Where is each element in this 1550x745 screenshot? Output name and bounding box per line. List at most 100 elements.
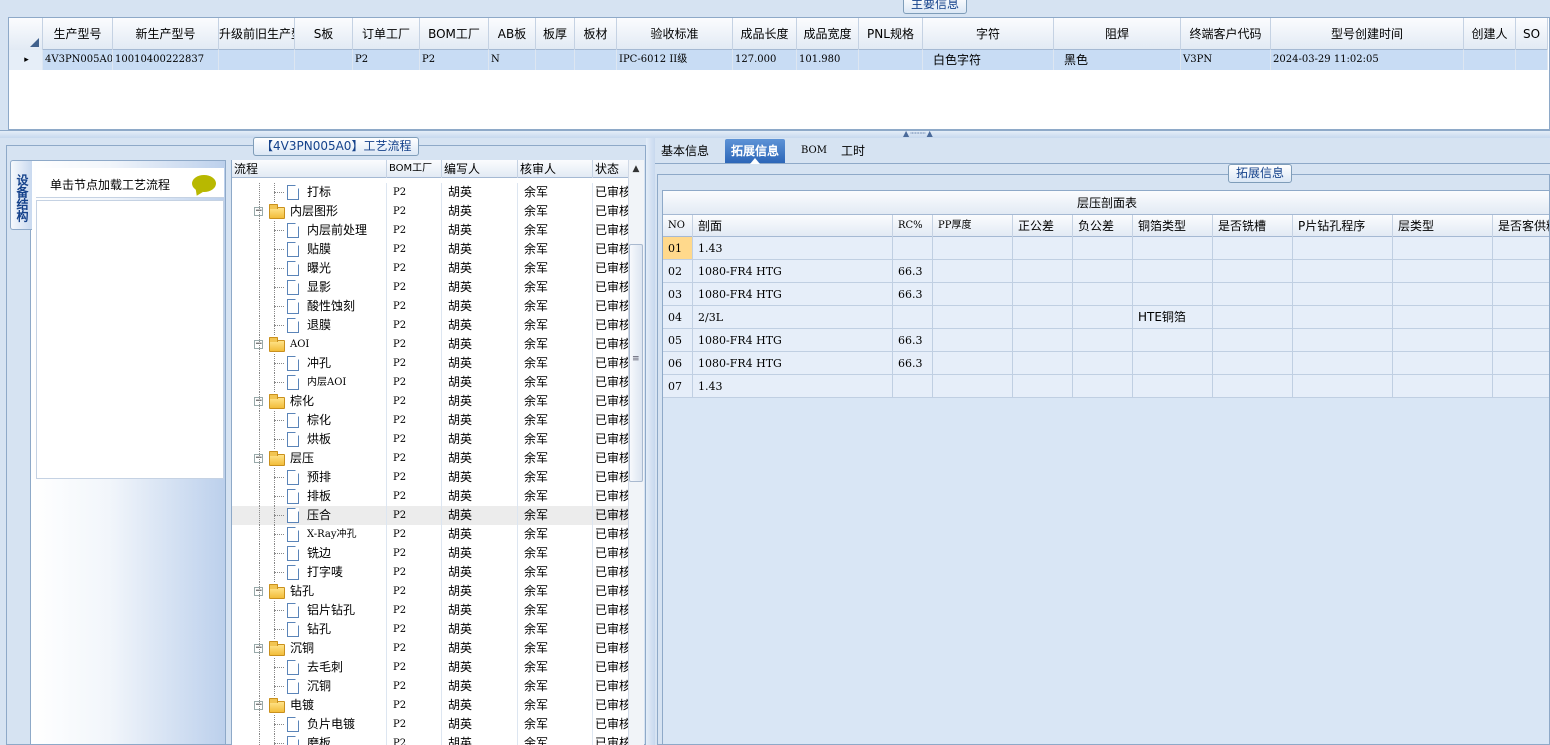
process-name-cell[interactable]: 打字唛: [232, 563, 387, 582]
lamination-cell[interactable]: [1013, 375, 1073, 398]
process-writer-cell[interactable]: 胡英: [442, 715, 518, 734]
process-writer-cell[interactable]: 胡英: [442, 316, 518, 335]
row-number-cell[interactable]: 01: [663, 237, 693, 260]
process-name-cell[interactable]: X-Ray冲孔: [232, 525, 387, 544]
process-bom-cell[interactable]: P2: [387, 582, 442, 601]
lamination-cell[interactable]: [1213, 329, 1293, 352]
process-writer-cell[interactable]: 胡英: [442, 278, 518, 297]
process-name-cell[interactable]: − 内层图形: [232, 202, 387, 221]
lamination-cell[interactable]: [1293, 306, 1393, 329]
tree-col-header[interactable]: 编写人: [442, 160, 518, 178]
table-row[interactable]: 06 1080-FR4 HTG 66.3: [663, 352, 1549, 375]
process-name-cell[interactable]: 负片电镀: [232, 715, 387, 734]
lamination-cell[interactable]: [1393, 375, 1493, 398]
lamination-cell[interactable]: 66.3: [893, 283, 933, 306]
main-cell[interactable]: [536, 50, 575, 70]
process-reviewer-cell[interactable]: 余军: [518, 354, 593, 373]
process-name-cell[interactable]: 去毛刺: [232, 658, 387, 677]
process-bom-cell[interactable]: P2: [387, 734, 442, 745]
lamination-cell[interactable]: [1133, 260, 1213, 283]
row-number-cell[interactable]: 05: [663, 329, 693, 352]
process-name-cell[interactable]: − 钻孔: [232, 582, 387, 601]
lamination-cell[interactable]: [1133, 352, 1213, 375]
row-number-cell[interactable]: 04: [663, 306, 693, 329]
lamination-cell[interactable]: [1393, 352, 1493, 375]
process-name-cell[interactable]: − 电镀: [232, 696, 387, 715]
lamination-cell[interactable]: [1213, 352, 1293, 375]
table-row[interactable]: 烘板 P2 胡英 余军 已审核: [232, 430, 644, 449]
lamination-cell[interactable]: [1493, 283, 1549, 306]
process-bom-cell[interactable]: P2: [387, 373, 442, 392]
lamination-cell[interactable]: [1133, 283, 1213, 306]
lamination-col-header[interactable]: NO: [663, 215, 693, 237]
table-row[interactable]: 压合 P2 胡英 余军 已审核: [232, 506, 644, 525]
process-reviewer-cell[interactable]: 余军: [518, 259, 593, 278]
lamination-cell[interactable]: [1073, 375, 1133, 398]
process-name-cell[interactable]: 打标: [232, 183, 387, 202]
process-name-cell[interactable]: 贴膜: [232, 240, 387, 259]
lamination-cell[interactable]: 1080-FR4 HTG: [693, 352, 893, 375]
table-row[interactable]: 铝片钻孔 P2 胡英 余军 已审核: [232, 601, 644, 620]
table-row[interactable]: 钻孔 P2 胡英 余军 已审核: [232, 620, 644, 639]
table-row[interactable]: − 层压 P2 胡英 余军 已审核: [232, 449, 644, 468]
process-writer-cell[interactable]: 胡英: [442, 677, 518, 696]
process-reviewer-cell[interactable]: 余军: [518, 506, 593, 525]
main-col-header[interactable]: 新生产型号: [113, 18, 219, 50]
main-cell[interactable]: [219, 50, 295, 70]
process-name-cell[interactable]: 棕化: [232, 411, 387, 430]
main-cell[interactable]: [1516, 50, 1548, 70]
process-bom-cell[interactable]: P2: [387, 259, 442, 278]
lamination-cell[interactable]: [1293, 237, 1393, 260]
table-row[interactable]: 02 1080-FR4 HTG 66.3: [663, 260, 1549, 283]
table-row[interactable]: 负片电镀 P2 胡英 余军 已审核: [232, 715, 644, 734]
table-row[interactable]: 预排 P2 胡英 余军 已审核: [232, 468, 644, 487]
lamination-cell[interactable]: [933, 237, 1013, 260]
process-reviewer-cell[interactable]: 余军: [518, 677, 593, 696]
row-number-cell[interactable]: 02: [663, 260, 693, 283]
table-row[interactable]: 冲孔 P2 胡英 余军 已审核: [232, 354, 644, 373]
lamination-cell[interactable]: [1293, 352, 1393, 375]
process-writer-cell[interactable]: 胡英: [442, 696, 518, 715]
main-cell[interactable]: [1464, 50, 1516, 70]
process-writer-cell[interactable]: 胡英: [442, 430, 518, 449]
table-row[interactable]: 铣边 P2 胡英 余军 已审核: [232, 544, 644, 563]
lamination-cell[interactable]: [933, 283, 1013, 306]
process-name-cell[interactable]: − AOI: [232, 335, 387, 354]
device-structure-list[interactable]: [36, 200, 224, 479]
main-cell[interactable]: 黑色: [1054, 50, 1181, 70]
process-bom-cell[interactable]: P2: [387, 411, 442, 430]
lamination-cell[interactable]: 1080-FR4 HTG: [693, 283, 893, 306]
lamination-cell[interactable]: [1293, 329, 1393, 352]
lamination-cell[interactable]: [1213, 375, 1293, 398]
process-reviewer-cell[interactable]: 余军: [518, 658, 593, 677]
lamination-cell[interactable]: [1013, 237, 1073, 260]
lamination-cell[interactable]: [933, 306, 1013, 329]
process-reviewer-cell[interactable]: 余军: [518, 639, 593, 658]
process-writer-cell[interactable]: 胡英: [442, 487, 518, 506]
main-col-header[interactable]: 板材: [575, 18, 617, 50]
main-col-header[interactable]: S板: [295, 18, 353, 50]
process-reviewer-cell[interactable]: 余军: [518, 487, 593, 506]
process-writer-cell[interactable]: 胡英: [442, 506, 518, 525]
lamination-col-header[interactable]: 是否铣槽: [1213, 215, 1293, 237]
main-col-header[interactable]: PNL规格: [859, 18, 923, 50]
process-writer-cell[interactable]: 胡英: [442, 601, 518, 620]
main-cell[interactable]: P2: [353, 50, 420, 70]
lamination-cell[interactable]: 1080-FR4 HTG: [693, 260, 893, 283]
row-number-cell[interactable]: 06: [663, 352, 693, 375]
lamination-cell[interactable]: [1493, 352, 1549, 375]
process-bom-cell[interactable]: P2: [387, 183, 442, 202]
lamination-cell[interactable]: HTE铜箔: [1133, 306, 1213, 329]
process-writer-cell[interactable]: 胡英: [442, 563, 518, 582]
lamination-cell[interactable]: [1073, 283, 1133, 306]
process-bom-cell[interactable]: P2: [387, 335, 442, 354]
main-col-header[interactable]: 终端客户代码: [1181, 18, 1271, 50]
lamination-cell[interactable]: [893, 375, 933, 398]
table-row[interactable]: 退膜 P2 胡英 余军 已审核: [232, 316, 644, 335]
process-writer-cell[interactable]: 胡英: [442, 335, 518, 354]
table-row[interactable]: − 钻孔 P2 胡英 余军 已审核: [232, 582, 644, 601]
process-bom-cell[interactable]: P2: [387, 506, 442, 525]
main-col-header[interactable]: 订单工厂: [353, 18, 420, 50]
process-bom-cell[interactable]: P2: [387, 392, 442, 411]
main-cell[interactable]: IPC-6012 II级: [617, 50, 733, 70]
